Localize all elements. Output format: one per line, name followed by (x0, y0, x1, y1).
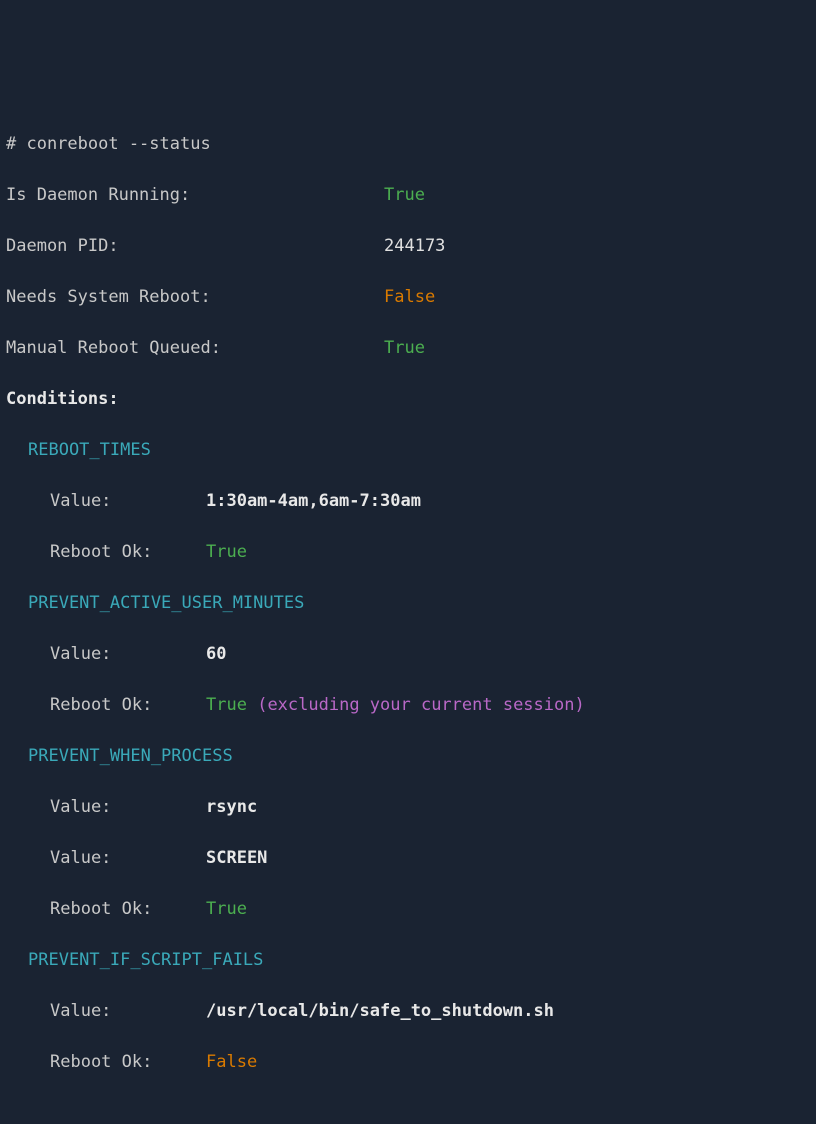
rebootok-note: (excluding your current session) (257, 695, 585, 715)
status-label: Daemon PID: (6, 236, 119, 256)
status-label: Is Daemon Running: (6, 185, 190, 205)
status-value: True (384, 183, 425, 209)
rebootok-label: Reboot Ok: (50, 899, 152, 919)
status-row-manual-queued: Manual Reboot Queued: True (6, 336, 810, 362)
value-label: Value: (50, 1001, 111, 1021)
value-text: SCREEN (206, 846, 267, 872)
condition-rebootok-row: Reboot Ok: True (6, 897, 810, 923)
conditions-header: Conditions: (6, 387, 810, 413)
condition-value-row: Value: rsync (6, 795, 810, 821)
rebootok-value: True (206, 897, 247, 923)
condition-rebootok-row: Reboot Ok: False (6, 1050, 810, 1076)
command-line: # conreboot --status (6, 132, 810, 158)
value-text: 60 (206, 642, 226, 668)
value-text: /usr/local/bin/safe_to_shutdown.sh (206, 999, 554, 1025)
rebootok-label: Reboot Ok: (50, 542, 152, 562)
terminal-output: # conreboot --status Is Daemon Running: T… (6, 106, 810, 1101)
value-text: rsync (206, 795, 257, 821)
status-value: True (384, 336, 425, 362)
condition-name: PREVENT_IF_SCRIPT_FAILS (6, 948, 810, 974)
condition-value-row: Value: SCREEN (6, 846, 810, 872)
status-value: False (384, 285, 435, 311)
condition-value-row: Value: /usr/local/bin/safe_to_shutdown.sh (6, 999, 810, 1025)
value-label: Value: (50, 491, 111, 511)
condition-value-row: Value: 60 (6, 642, 810, 668)
value-label: Value: (50, 797, 111, 817)
status-row-daemon-running: Is Daemon Running: True (6, 183, 810, 209)
rebootok-label: Reboot Ok: (50, 695, 152, 715)
rebootok-label: Reboot Ok: (50, 1052, 152, 1072)
value-text: 1:30am-4am,6am-7:30am (206, 489, 421, 515)
condition-value-row: Value: 1:30am-4am,6am-7:30am (6, 489, 810, 515)
rebootok-value: False (206, 1050, 257, 1076)
condition-name: PREVENT_ACTIVE_USER_MINUTES (6, 591, 810, 617)
value-label: Value: (50, 848, 111, 868)
status-label: Manual Reboot Queued: (6, 338, 221, 358)
status-value: 244173 (384, 234, 445, 260)
rebootok-value: True (excluding your current session) (206, 693, 585, 719)
condition-name: REBOOT_TIMES (6, 438, 810, 464)
value-label: Value: (50, 644, 111, 664)
status-row-daemon-pid: Daemon PID: 244173 (6, 234, 810, 260)
status-row-needs-reboot: Needs System Reboot: False (6, 285, 810, 311)
rebootok-value: True (206, 540, 247, 566)
condition-name: PREVENT_WHEN_PROCESS (6, 744, 810, 770)
condition-rebootok-row: Reboot Ok: True (excluding your current s… (6, 693, 810, 719)
status-label: Needs System Reboot: (6, 287, 211, 307)
condition-rebootok-row: Reboot Ok: True (6, 540, 810, 566)
